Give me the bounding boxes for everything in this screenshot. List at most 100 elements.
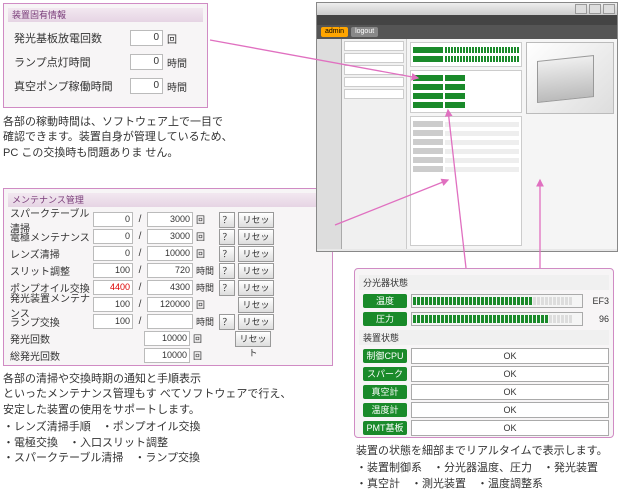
window-titlebar xyxy=(317,3,617,15)
status-label-chip: スパークテア xyxy=(363,367,407,381)
status-label-chip: PMT基板 xyxy=(363,421,407,435)
bullet-item: レンズ清掃手順 ・ポンプオイル交換 xyxy=(3,420,343,435)
status-value: OK xyxy=(411,402,609,418)
help-button[interactable]: ？ xyxy=(219,229,235,245)
status-row-press: 圧力 96 xyxy=(359,310,609,328)
unit-label: 時間 xyxy=(196,264,216,277)
maintenance-row: スパークテーブル清掃0/3000回？リセット xyxy=(8,211,328,228)
limit-value: 3000 xyxy=(147,229,193,244)
status-label-chip: 温度計 xyxy=(363,403,407,417)
row-label: レンズ清掃 xyxy=(10,246,90,261)
toolbar-button[interactable]: logout xyxy=(351,27,378,37)
reset-button[interactable]: リセット xyxy=(238,280,274,296)
row-label: ランプ点灯時間 xyxy=(14,54,130,70)
row-value: 0 xyxy=(130,78,163,94)
current-value: 100 xyxy=(93,314,133,329)
mini-ok-block xyxy=(410,70,522,113)
reset-button[interactable]: リセット xyxy=(238,297,274,313)
unit-label: 回 xyxy=(196,230,216,243)
reset-button[interactable]: リセット xyxy=(238,212,274,228)
maintenance-row: レンズ清掃0/10000回？リセット xyxy=(8,245,328,262)
status-value: OK xyxy=(411,366,609,382)
help-button[interactable]: ？ xyxy=(219,314,235,330)
maintenance-row: 発光装置メンテナンス100/120000回リセット xyxy=(8,296,328,313)
status-row: PMT基板 OK xyxy=(359,419,609,437)
row-label: 発光基板放電回数 xyxy=(14,30,130,46)
row-label: 総発光回数 xyxy=(10,348,90,363)
temp-chip: 温度 xyxy=(363,294,407,308)
limit-value xyxy=(147,314,193,329)
reset-button[interactable]: リセット xyxy=(238,263,274,279)
limit-value: 120000 xyxy=(147,297,193,312)
status-row-temp: 温度 EF3 xyxy=(359,292,609,310)
current-value: 0 xyxy=(93,229,133,244)
bullet-item: 装置制御系 ・分光器温度、圧力 ・発光装置 xyxy=(356,461,616,476)
caption-maintenance: 各部の清掃や交換時期の通知と手順表示 といったメンテナンス管理もす べてソフトウ… xyxy=(3,372,343,466)
bullet-item: 電極交換 ・入口スリット調整 xyxy=(3,436,343,451)
mini-status-block xyxy=(410,42,522,67)
limit-value: 10000 xyxy=(144,348,190,363)
list-item[interactable] xyxy=(344,89,404,99)
toolbar-button[interactable]: admin xyxy=(321,27,348,37)
status-row: 温度計 OK xyxy=(359,401,609,419)
maintenance-panel: メンテナンス管理 スパークテーブル清掃0/3000回？リセット電極メンテナンス0… xyxy=(3,188,333,366)
current-value: 0 xyxy=(93,212,133,227)
row-unit: 時間 xyxy=(163,55,197,70)
bullet-item: スパークテーブル清掃 ・ランプ交換 xyxy=(3,451,343,466)
limit-value: 10000 xyxy=(147,246,193,261)
limit-value: 4300 xyxy=(147,280,193,295)
help-button[interactable]: ？ xyxy=(219,246,235,262)
help-button[interactable]: ？ xyxy=(219,212,235,228)
current-value: 0 xyxy=(93,246,133,261)
temp-value: EF3 xyxy=(587,296,609,306)
info-row: ランプ点灯時間 0 時間 xyxy=(8,50,203,74)
info-row: 発光基板放電回数 0 回 xyxy=(8,26,203,50)
row-label: 真空ポンプ稼働時間 xyxy=(14,78,130,94)
maintenance-row: ランプ交換100/時間？リセット xyxy=(8,313,328,330)
current-value: 100 xyxy=(93,297,133,312)
help-button[interactable]: ？ xyxy=(219,263,235,279)
help-button[interactable]: ？ xyxy=(219,280,235,296)
unit-label: 回 xyxy=(196,213,216,226)
status-label-chip: 真空計 xyxy=(363,385,407,399)
row-unit: 時間 xyxy=(163,79,197,94)
minimize-icon[interactable] xyxy=(575,4,587,14)
panel-title: 装置固有情報 xyxy=(8,8,203,22)
unit-label: 回 xyxy=(196,298,216,311)
info-row: 真空ポンプ稼働時間 0 時間 xyxy=(8,74,203,98)
unit-label: 時間 xyxy=(196,281,216,294)
press-chip: 圧力 xyxy=(363,312,407,326)
reset-button[interactable]: リセット xyxy=(238,229,274,245)
mini-table-block xyxy=(410,116,522,246)
close-icon[interactable] xyxy=(603,4,615,14)
caption-status: 装置の状態を細部までリアルタイムで表示します。 装置制御系 ・分光器温度、圧力 … xyxy=(356,444,616,492)
maintenance-row: 総発光回数10000回 xyxy=(8,347,328,364)
status-row: スパークテア OK xyxy=(359,365,609,383)
list-item[interactable] xyxy=(344,41,404,51)
maintenance-row: スリット調整100/720時間？リセット xyxy=(8,262,328,279)
list-item[interactable] xyxy=(344,53,404,63)
row-value: 0 xyxy=(130,54,163,70)
row-value: 0 xyxy=(130,30,163,46)
status-label-chip: 制御CPU xyxy=(363,349,407,363)
sidebar xyxy=(317,39,342,249)
row-unit: 回 xyxy=(163,31,197,46)
menubar xyxy=(317,15,617,25)
section-label: 装置状態 xyxy=(359,330,609,345)
status-panel: 分光器状態 温度 EF3 圧力 96 装置状態 制御CPUOKスパークテアOK真… xyxy=(354,268,614,438)
limit-value: 10000 xyxy=(144,331,190,346)
status-row: 真空計OK xyxy=(359,383,609,401)
temp-bar xyxy=(411,294,583,308)
current-value: 100 xyxy=(93,263,133,278)
reset-button[interactable]: リセット xyxy=(235,331,271,347)
current-value: 4400 xyxy=(93,280,133,295)
maximize-icon[interactable] xyxy=(589,4,601,14)
row-label: ランプ交換 xyxy=(10,314,90,329)
limit-value: 720 xyxy=(147,263,193,278)
list-item[interactable] xyxy=(344,77,404,87)
list-item[interactable] xyxy=(344,65,404,75)
reset-button[interactable]: リセット xyxy=(238,246,274,262)
status-value: OK xyxy=(411,348,609,364)
reset-button[interactable]: リセット xyxy=(238,314,274,330)
status-value: OK xyxy=(411,420,609,436)
